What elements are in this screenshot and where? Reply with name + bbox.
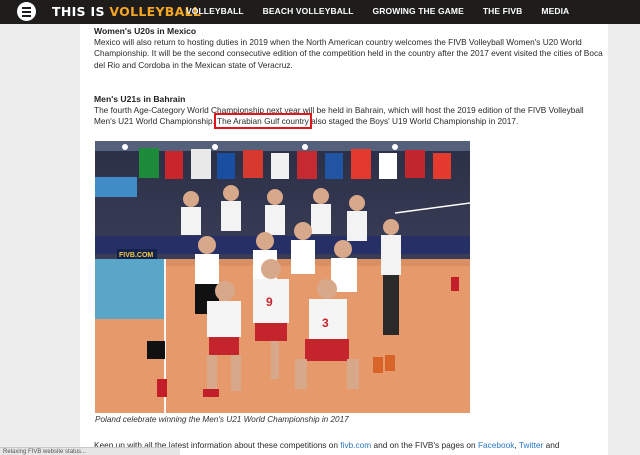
nav-the-fivb[interactable]: THE FIVB — [483, 6, 523, 16]
facebook-link[interactable]: Facebook — [478, 440, 514, 450]
courtside-board-text: FIVB.COM — [119, 252, 153, 259]
browser-status-bar: Relaxing FIVB website status... — [0, 447, 180, 455]
hamburger-menu-icon[interactable] — [17, 2, 36, 21]
section-heading: Women's U20s in Mexico — [94, 26, 197, 36]
nav-media[interactable]: MEDIA — [541, 6, 569, 16]
photo-caption: Poland celebrate winning the Men's U21 W… — [95, 415, 349, 424]
jersey-number-9: 9 — [266, 295, 273, 309]
jersey-number-3: 3 — [322, 316, 329, 330]
main-nav: VOLLEYBALL BEACH VOLLEYBALL GROWING THE … — [186, 6, 588, 16]
fivb-com-link[interactable]: fivb.com — [340, 440, 371, 450]
team-celebration-photo: FIVB.COM 9 3 — [95, 141, 470, 413]
nav-beach-volleyball[interactable]: BEACH VOLLEYBALL — [263, 6, 354, 16]
article-content: Women's U20s in Mexico Mexico will also … — [80, 24, 608, 455]
twitter-link[interactable]: Twitter — [519, 440, 543, 450]
site-logo[interactable]: THIS IS VOLLEYBALL — [52, 4, 201, 19]
paragraph-text-end: also staged the Boys' U19 World Champion… — [308, 116, 519, 127]
top-navbar: THIS IS VOLLEYBALL VOLLEYBALL BEACH VOLL… — [0, 0, 640, 24]
section-paragraph: The fourth Age-Category World Championsh… — [94, 105, 604, 130]
section-women-u20: Women's U20s in Mexico Mexico will also … — [94, 26, 604, 71]
section-paragraph: Mexico will also return to hosting dutie… — [94, 37, 603, 70]
highlighted-phrase: The Arabian Gulf country — [214, 113, 312, 130]
nav-volleyball[interactable]: VOLLEYBALL — [186, 6, 244, 16]
nav-growing-the-game[interactable]: GROWING THE GAME — [373, 6, 464, 16]
footer-text-2: and on the FIVB's pages on — [371, 440, 478, 450]
section-heading: Men's U21s in Bahrain — [94, 94, 186, 104]
brand-part-1: THIS IS — [52, 4, 110, 19]
section-men-u21: Men's U21s in Bahrain The fourth Age-Cat… — [94, 94, 604, 130]
footer-text-4: and — [543, 440, 560, 450]
